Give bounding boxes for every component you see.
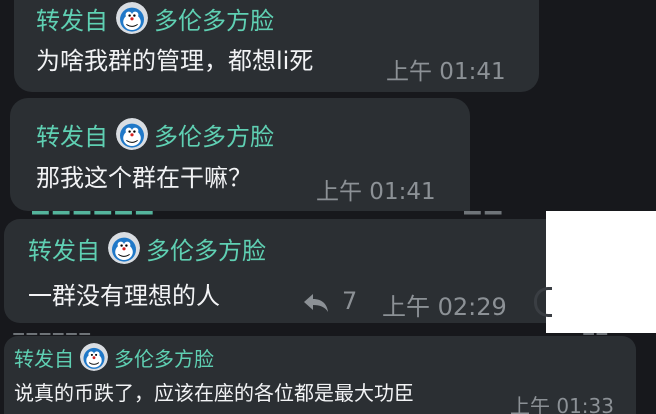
blank-area [546,211,656,333]
message-text: 那我这个群在干嘛？ [36,164,252,192]
message-bubble[interactable]: 转发自 多伦多方脸 说真的币跌了，应该在座的各位都是最大功臣 上午 01:33 [4,336,636,414]
message-time: 上午 01:41 [386,59,506,85]
forward-label: 转发自 [28,236,100,265]
message-time: 上午 01:33 [510,394,614,414]
forward-count: 7 [342,287,358,315]
forward-sender-name[interactable]: 多伦多方脸 [154,117,274,152]
doraemon-avatar-icon[interactable] [116,118,148,150]
doraemon-avatar-icon[interactable] [80,343,108,371]
message-bubble[interactable]: 转发自 多伦多方脸 一群没有理想的人 7 上午 02:29 [4,219,546,323]
forward-label: 转发自 [36,122,108,151]
forward-sender-name[interactable]: 多伦多方脸 [154,1,274,36]
message-time: 上午 01:41 [316,179,436,205]
chat-panel-bottom: ▬▬▬▬▬▬ ▬▬ 转发自 多伦多方脸 说真的币跌了，应该在座的各位都是最大功臣… [0,333,656,414]
message-text: 一群没有理想的人 [28,282,220,310]
forward-header[interactable]: 转发自 多伦多方脸 [36,1,274,36]
message-bubble[interactable]: 转发自 多伦多方脸 那我这个群在干嘛？ 上午 01:41 [10,98,470,211]
forward-sender-name[interactable]: 多伦多方脸 [146,231,266,266]
chat-panel-middle: ▬▬▬▬▬▬ ▬▬ 转发自 多伦多方脸 一群没有理想的人 7 上午 02:29 [0,211,546,333]
message-time: 上午 02:29 [382,293,507,321]
forward-label: 转发自 [14,346,74,371]
forward-header[interactable]: 转发自 多伦多方脸 [28,231,266,266]
share-forward-icon[interactable] [302,291,330,315]
message-bubble[interactable]: 转发自 多伦多方脸 为啥我群的管理，都想li死 上午 01:41 [14,0,539,92]
forward-sender-name[interactable]: 多伦多方脸 [114,343,214,372]
message-text: 为啥我群的管理，都想li死 [36,47,314,75]
doraemon-avatar-icon[interactable] [108,232,140,264]
doraemon-avatar-icon[interactable] [116,2,148,34]
message-text: 说真的币跌了，应该在座的各位都是最大功臣 [14,381,414,405]
forward-header[interactable]: 转发自 多伦多方脸 [14,342,214,372]
forward-header[interactable]: 转发自 多伦多方脸 [36,117,274,152]
forward-label: 转发自 [36,6,108,35]
chat-panel-top: 转发自 多伦多方脸 为啥我群的管理，都想li死 上午 01:41 转发自 多伦多… [0,0,656,211]
